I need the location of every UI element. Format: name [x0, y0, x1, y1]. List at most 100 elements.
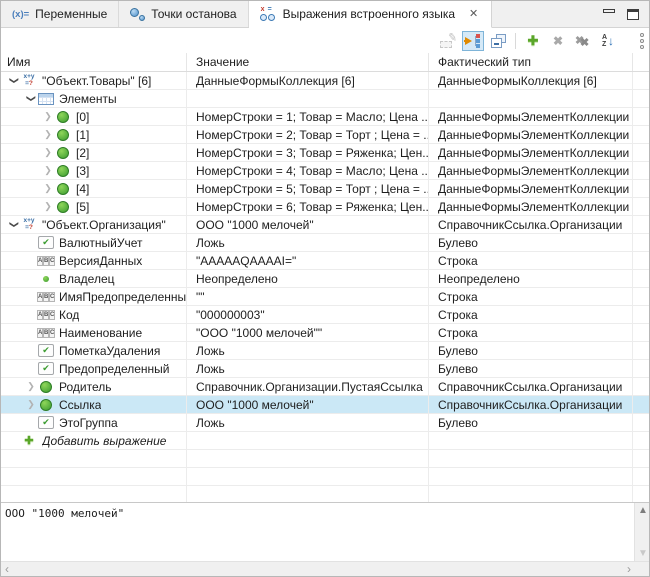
- table-row[interactable]: [0] НомерСтроки = 1; Товар = Масло; Цена…: [1, 108, 649, 126]
- horizontal-scrollbar[interactable]: ‹ ›: [1, 561, 649, 576]
- row-value: ДанныеФормыКоллекция [6]: [196, 73, 355, 88]
- variables-icon: (x)=: [12, 8, 30, 20]
- row-type: Булево: [438, 343, 478, 358]
- column-header-end: [633, 53, 649, 71]
- add-expression-row[interactable]: Добавить выражение: [1, 432, 649, 450]
- auto-show-current-icon: [464, 33, 481, 48]
- tab-breakpoints[interactable]: Точки останова: [119, 1, 249, 27]
- tab-expressions[interactable]: x = Выражения встроенного языка ✕: [248, 1, 493, 28]
- delete-expression-button[interactable]: ✖: [547, 31, 569, 51]
- tab-variables-label: Переменные: [35, 7, 108, 21]
- table-row[interactable]: АВС ВерсияДанных "AAAAAQAAAAI=" Строка: [1, 252, 649, 270]
- column-header-value[interactable]: Значение: [187, 53, 429, 71]
- table-row[interactable]: Предопределенный Ложь Булево: [1, 360, 649, 378]
- row-type: ДанныеФормыЭлементКоллекции: [438, 199, 630, 214]
- table-row[interactable]: x+y=? "Объект.Товары" [6] ДанныеФормыКол…: [1, 72, 649, 90]
- table-row[interactable]: АВС ИмяПредопределенныхДанных "" Строка: [1, 288, 649, 306]
- table-row-selected[interactable]: Ссылка ООО "1000 мелочей" СправочникСсыл…: [1, 396, 649, 414]
- scroll-up-icon[interactable]: ▲: [635, 505, 649, 516]
- sort-az-button[interactable]: A Z ↓: [597, 31, 619, 51]
- table-row[interactable]: Владелец Неопределено Неопределено: [1, 270, 649, 288]
- add-expression-button[interactable]: ✚: [522, 31, 544, 51]
- expressions-icon: x =: [259, 6, 277, 21]
- table-row[interactable]: [3] НомерСтроки = 4; Товар = Масло; Цена…: [1, 162, 649, 180]
- string-abc-icon: АВС: [37, 327, 55, 338]
- boolean-checkbox-icon: [38, 344, 54, 357]
- table-row[interactable]: ПометкаУдаления Ложь Булево: [1, 342, 649, 360]
- table-row[interactable]: АВС Наименование "ООО "1000 мелочей"" Ст…: [1, 324, 649, 342]
- row-type: ДанныеФормыЭлементКоллекции: [438, 109, 630, 124]
- compute-expression-icon: ✎: [440, 31, 458, 48]
- compute-expression-button[interactable]: ✎: [437, 31, 459, 51]
- table-row[interactable]: Элементы: [1, 90, 649, 108]
- scroll-left-icon[interactable]: ‹: [5, 562, 9, 576]
- row-type: ДанныеФормыЭлементКоллекции: [438, 145, 630, 160]
- table-row[interactable]: [1] НомерСтроки = 2; Товар = Торт ; Цена…: [1, 126, 649, 144]
- expander-icon[interactable]: [41, 129, 55, 140]
- vertical-scrollbar[interactable]: ▲ ▼: [634, 503, 649, 561]
- row-name: Код: [59, 307, 80, 322]
- table-row[interactable]: ЭтоГруппа Ложь Булево: [1, 414, 649, 432]
- expander-icon[interactable]: [41, 183, 55, 194]
- expander-icon[interactable]: [7, 75, 21, 86]
- minimize-icon[interactable]: [603, 9, 615, 13]
- debugger-expressions-panel: (x)= Переменные Точки останова x = Выраже…: [0, 0, 650, 577]
- row-value: НомерСтроки = 5; Товар = Торт ; Цена = .…: [196, 181, 428, 196]
- table-row[interactable]: Родитель Справочник.Организации.ПустаяСс…: [1, 378, 649, 396]
- expander-icon[interactable]: [41, 147, 55, 158]
- row-value: "000000003": [196, 307, 265, 322]
- expander-icon[interactable]: [41, 165, 55, 176]
- row-value: ООО "1000 мелочей": [196, 397, 314, 412]
- boolean-checkbox-icon: [38, 362, 54, 375]
- scroll-down-icon[interactable]: ▼: [635, 548, 649, 559]
- object-item-icon: [55, 163, 71, 179]
- row-type: СправочникСсылка.Организации: [438, 217, 623, 232]
- table-row[interactable]: [4] НомерСтроки = 5; Товар = Торт ; Цена…: [1, 180, 649, 198]
- table-row[interactable]: АВС Код "000000003" Строка: [1, 306, 649, 324]
- row-name: ВалютныйУчет: [59, 235, 143, 250]
- row-name: Ссылка: [59, 397, 102, 412]
- row-name: Элементы: [59, 91, 117, 106]
- table-row[interactable]: ВалютныйУчет Ложь Булево: [1, 234, 649, 252]
- row-name: [2]: [76, 145, 90, 160]
- row-value: Ложь: [196, 361, 225, 376]
- value-preview-text[interactable]: ООО "1000 мелочей": [1, 503, 634, 561]
- expander-icon[interactable]: [24, 399, 38, 410]
- sort-az-icon: A Z ↓: [601, 33, 615, 48]
- row-value: НомерСтроки = 3; Товар = Ряженка; Цен...: [196, 145, 428, 160]
- table-rows: x+y=? "Объект.Товары" [6] ДанныеФормыКол…: [1, 72, 649, 504]
- empty-row: [1, 468, 649, 486]
- maximize-icon[interactable]: [627, 8, 639, 20]
- expander-icon[interactable]: [41, 111, 55, 122]
- row-name: ИмяПредопределенныхДанных: [59, 289, 186, 304]
- row-value: "AAAAAQAAAAI=": [196, 253, 297, 268]
- object-item-icon: [55, 109, 71, 125]
- close-tab-icon[interactable]: ✕: [467, 8, 480, 21]
- column-header-type[interactable]: Фактический тип: [429, 53, 633, 71]
- collection-table-icon: [38, 92, 54, 105]
- breakpoints-icon: [130, 7, 146, 21]
- row-name: [0]: [76, 109, 90, 124]
- undefined-value-icon: [38, 271, 54, 287]
- expander-icon[interactable]: [41, 201, 55, 212]
- row-type: Строка: [438, 253, 478, 268]
- more-commands-icon[interactable]: [640, 33, 644, 49]
- row-value: Ложь: [196, 235, 225, 250]
- scroll-right-icon[interactable]: ›: [627, 562, 631, 576]
- tab-variables[interactable]: (x)= Переменные: [1, 1, 120, 27]
- row-value: Неопределено: [196, 271, 278, 286]
- row-type: СправочникСсылка.Организации: [438, 397, 623, 412]
- expander-icon[interactable]: [7, 219, 21, 230]
- table-row[interactable]: [5] НомерСтроки = 6; Товар = Ряженка; Це…: [1, 198, 649, 216]
- column-header-name[interactable]: Имя: [1, 53, 187, 71]
- expander-icon[interactable]: [24, 381, 38, 392]
- row-value: НомерСтроки = 4; Товар = Масло; Цена ...: [196, 163, 428, 178]
- expander-icon[interactable]: [24, 93, 38, 104]
- collapse-all-button[interactable]: [487, 31, 509, 51]
- table-row[interactable]: x+y=? "Объект.Организация" ООО "1000 мел…: [1, 216, 649, 234]
- table-row[interactable]: [2] НомерСтроки = 3; Товар = Ряженка; Це…: [1, 144, 649, 162]
- delete-all-expressions-button[interactable]: ✖ ✖: [572, 31, 594, 51]
- row-type: Булево: [438, 235, 478, 250]
- auto-show-current-button[interactable]: [462, 30, 484, 51]
- object-item-icon: [55, 199, 71, 215]
